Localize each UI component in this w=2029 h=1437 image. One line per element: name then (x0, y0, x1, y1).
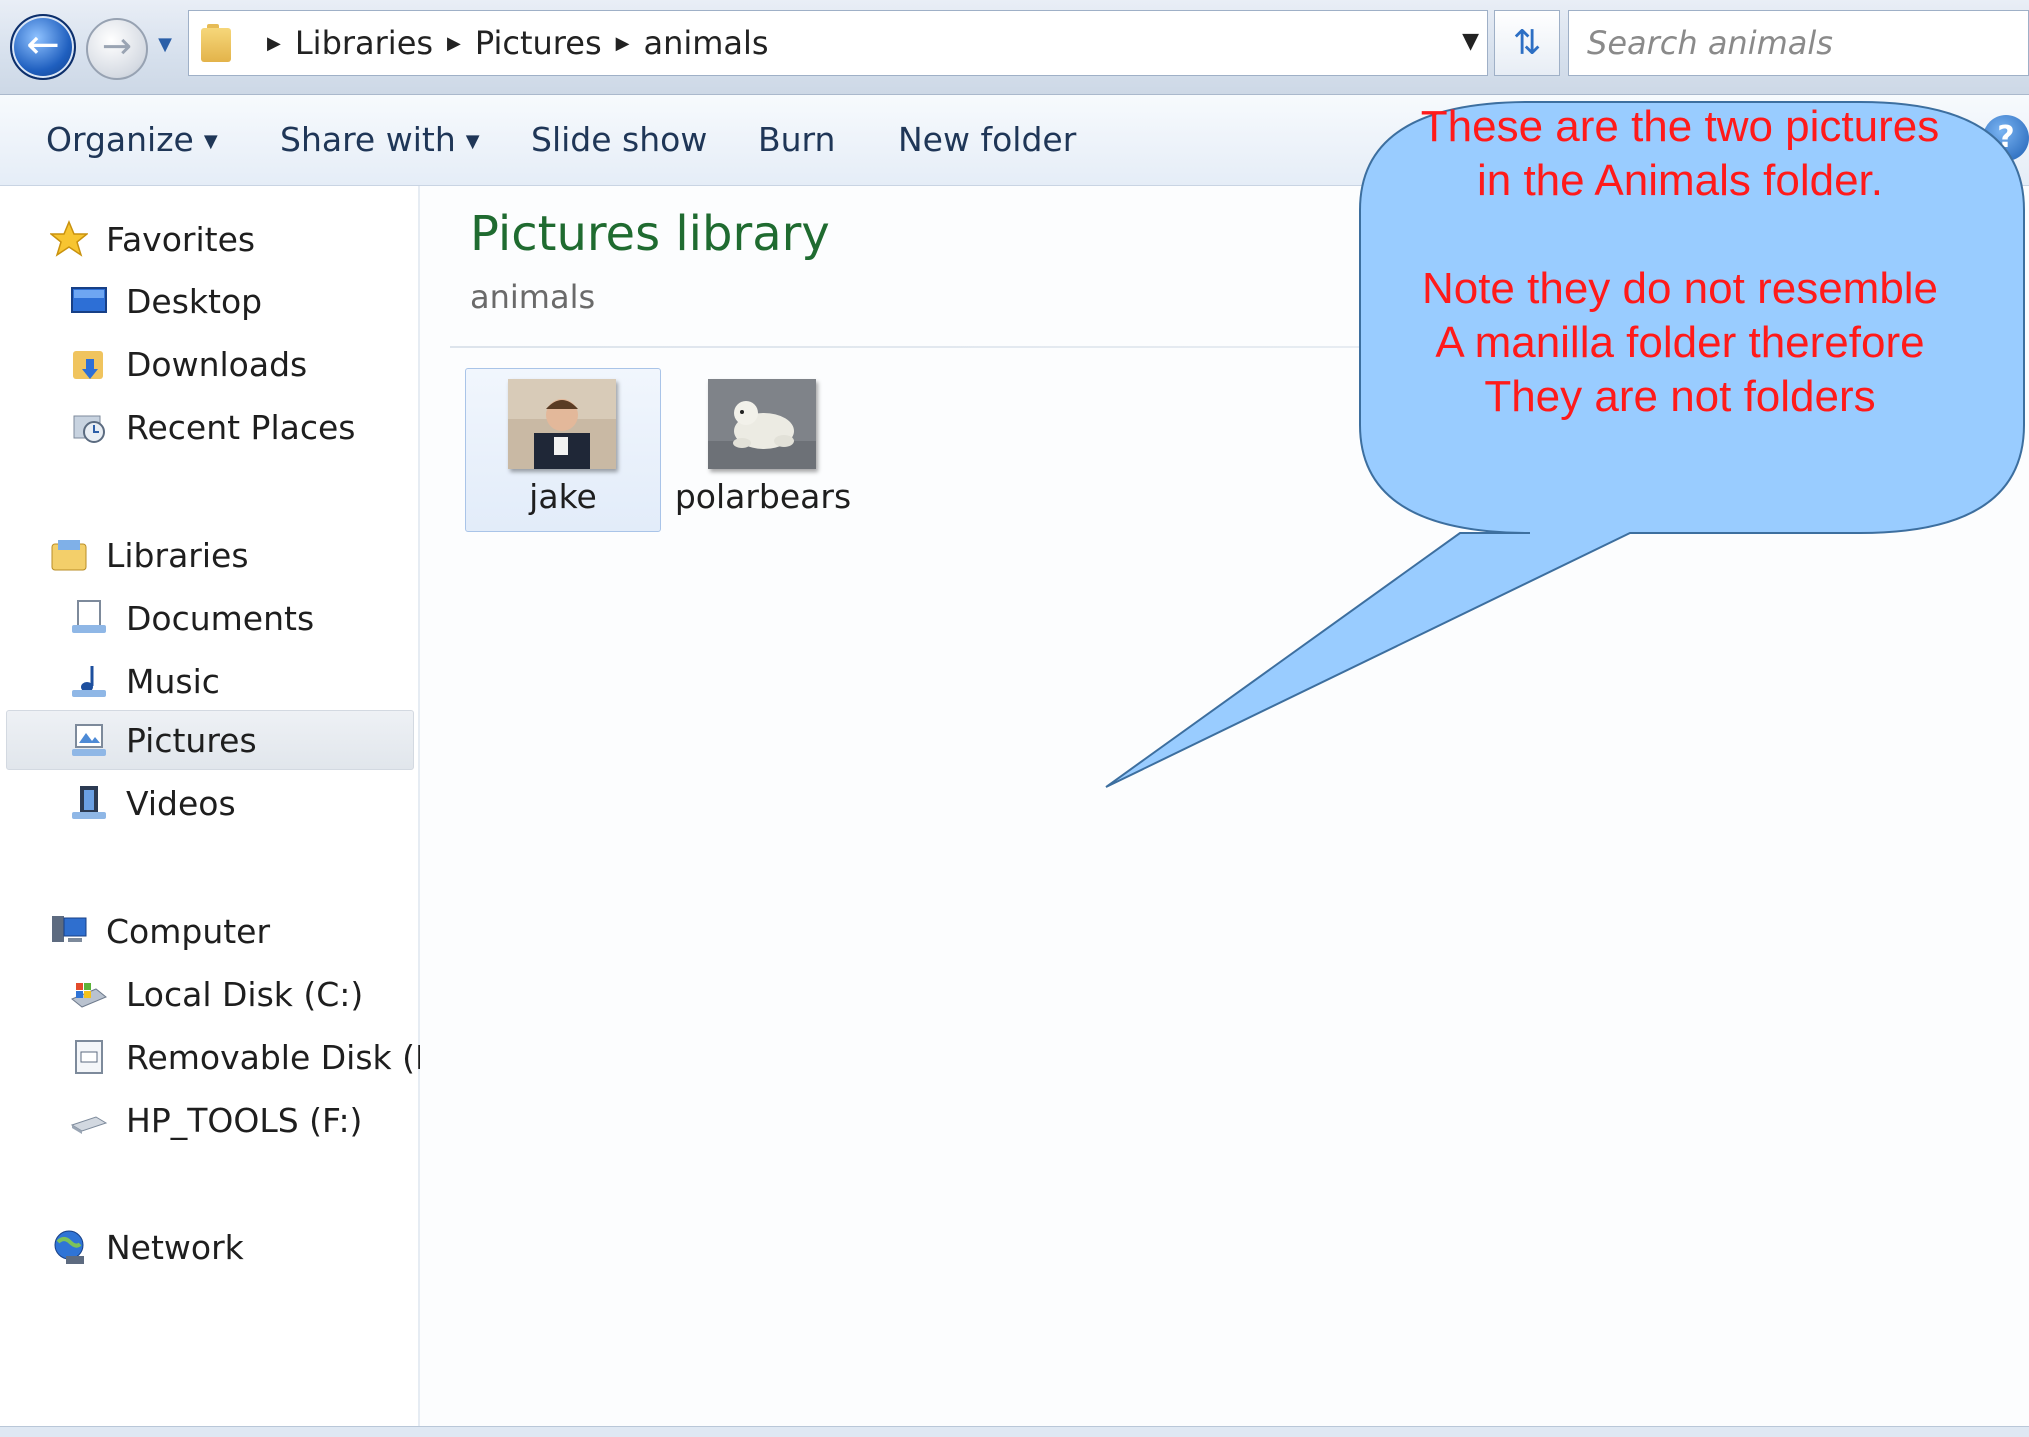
documents-icon (70, 599, 108, 637)
pictures-icon (70, 721, 108, 759)
folder-icon (201, 24, 235, 62)
music-icon (70, 662, 108, 700)
sidebar-item-documents[interactable]: Documents (70, 589, 314, 647)
burn-button[interactable]: Burn (758, 117, 835, 163)
sidebar-computer[interactable]: Computer (50, 902, 270, 960)
callout-line: These are the two pictures (1420, 102, 1940, 151)
removable-disk-icon (70, 1038, 108, 1076)
file-name: jake (529, 477, 597, 516)
drive-icon (70, 1101, 108, 1139)
breadcrumb-arrow-icon[interactable]: ▶ (447, 33, 461, 54)
organize-label: Organize (46, 120, 194, 159)
sidebar-label: Computer (106, 911, 271, 951)
sidebar-item-local-disk-c[interactable]: Local Disk (C:) (70, 965, 363, 1023)
recent-places-icon (70, 408, 108, 446)
search-input[interactable]: Search animals (1568, 10, 2029, 76)
sidebar-item-downloads[interactable]: Downloads (70, 335, 307, 393)
breadcrumb-libraries[interactable]: Libraries (295, 24, 433, 62)
sidebar-label: Local Disk (C:) (126, 974, 364, 1014)
share-with-button[interactable]: Share with ▼ (280, 117, 480, 165)
chevron-down-icon: ▼ (465, 130, 480, 152)
refresh-icon[interactable]: ⇅ (1494, 10, 1560, 76)
sidebar-label: Desktop (126, 281, 263, 321)
polarbears-thumbnail (708, 379, 816, 469)
sidebar-item-pictures[interactable]: Pictures (70, 711, 257, 769)
breadcrumb-pictures[interactable]: Pictures (475, 24, 602, 62)
sidebar-label: Recent Places (126, 407, 356, 447)
callout-line: in the Animals folder. (1476, 156, 1883, 205)
sidebar-label: Network (106, 1227, 244, 1267)
file-item-jake[interactable]: jake (465, 368, 661, 532)
library-subtitle: animals (470, 278, 596, 316)
sidebar-item-music[interactable]: Music (70, 652, 220, 710)
sidebar-item-recent-places[interactable]: Recent Places (70, 398, 355, 456)
sidebar-label: Downloads (126, 344, 308, 384)
callout-line: Note they do not resemble (1421, 264, 1939, 313)
sidebar-label: Removable Disk (D:) (126, 1037, 465, 1077)
libraries-icon (50, 536, 88, 574)
breadcrumb-arrow-icon[interactable]: ▶ (267, 33, 281, 54)
sidebar-item-removable-disk-d[interactable]: Removable Disk (D:) (70, 1028, 464, 1086)
callout-line (1360, 208, 2000, 262)
sidebar-label: HP_TOOLS (F:) (126, 1100, 363, 1140)
forward-arrow-icon[interactable]: → (86, 18, 148, 80)
slide-show-button[interactable]: Slide show (531, 117, 707, 163)
downloads-folder-icon (70, 345, 108, 383)
computer-icon (50, 912, 88, 950)
chevron-down-icon: ▼ (203, 130, 218, 152)
callout-line: A manilla folder therefore (1435, 318, 1925, 367)
sidebar-label: Favorites (106, 219, 256, 259)
network-icon (50, 1228, 88, 1266)
sidebar-item-videos[interactable]: Videos (70, 774, 236, 832)
sidebar-network[interactable]: Network (50, 1218, 244, 1276)
sidebar-label: Documents (126, 598, 315, 638)
share-with-label: Share with (280, 120, 456, 159)
callout-text: These are the two pictures in the Animal… (1360, 100, 2000, 424)
navigation-pane: Favorites Desktop Downloads Recent Place… (0, 186, 464, 1426)
breadcrumb-arrow-icon[interactable]: ▶ (616, 33, 630, 54)
recent-pages-chevron-icon[interactable]: ▼ (154, 34, 176, 56)
videos-icon (70, 784, 108, 822)
local-disk-icon (70, 975, 108, 1013)
jake-thumbnail (508, 379, 616, 469)
star-icon (48, 220, 90, 258)
sidebar-label: Pictures (126, 720, 257, 760)
breadcrumb-animals[interactable]: animals (643, 24, 768, 62)
sidebar-favorites[interactable]: Favorites (48, 210, 256, 268)
sidebar-label: Music (126, 661, 220, 701)
file-item-polarbears[interactable]: polarbears (665, 368, 861, 532)
address-dropdown-chevron-icon[interactable]: ▼ (1462, 29, 1479, 54)
sidebar-item-hp-tools-f[interactable]: HP_TOOLS (F:) (70, 1091, 362, 1149)
new-folder-button[interactable]: New folder (898, 117, 1076, 163)
sidebar-libraries[interactable]: Libraries (50, 526, 249, 584)
status-bar (0, 1426, 2029, 1437)
sidebar-label: Libraries (106, 535, 249, 575)
back-arrow-icon[interactable]: ← (10, 14, 76, 80)
library-title: Pictures library (470, 206, 830, 262)
desktop-icon (70, 282, 108, 320)
file-name: polarbears (674, 477, 852, 516)
sidebar-label: Videos (126, 783, 236, 823)
breadcrumb[interactable]: ▶ Libraries ▶ Pictures ▶ animals ▼ (188, 10, 1488, 76)
address-bar: ← → ▼ ▶ Libraries ▶ Pictures ▶ animals ▼… (0, 0, 2029, 95)
callout-line: They are not folders (1484, 372, 1876, 421)
organize-button[interactable]: Organize ▼ (46, 117, 218, 165)
sidebar-item-desktop[interactable]: Desktop (70, 272, 262, 330)
